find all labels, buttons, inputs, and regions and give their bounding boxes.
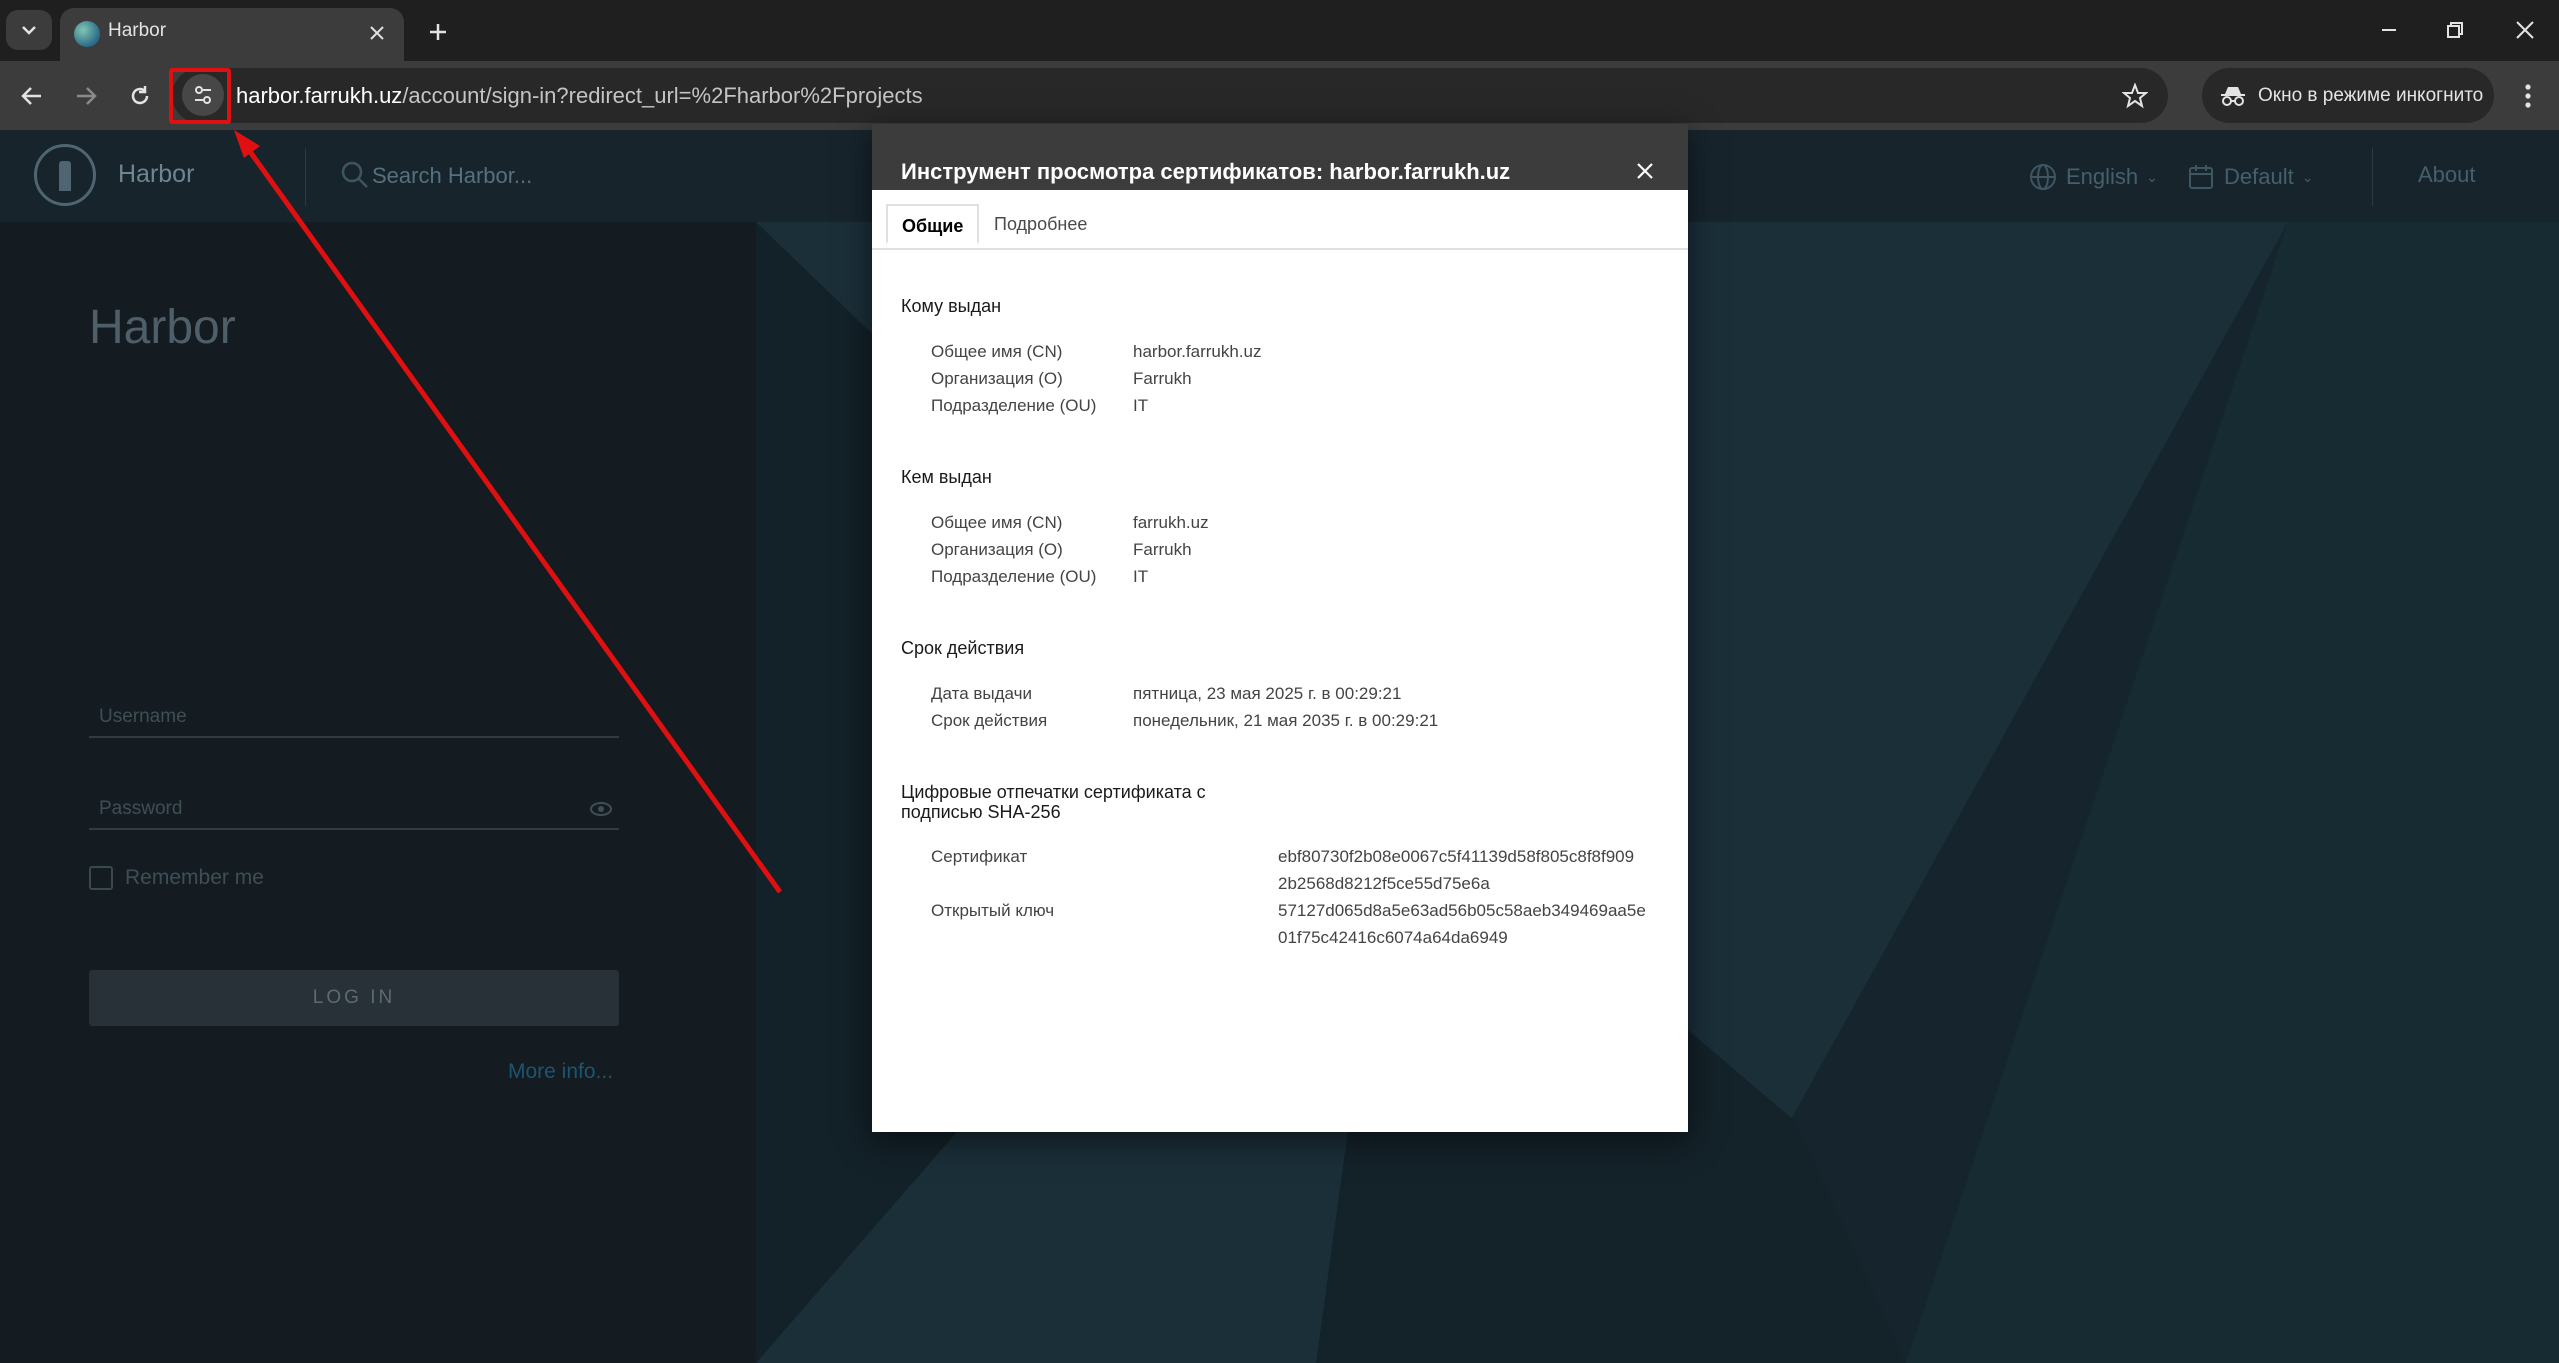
header-divider <box>305 148 306 206</box>
restore-button[interactable] <box>2432 10 2478 50</box>
issued-to-o-label: Организация (O) <box>931 369 1063 388</box>
issue-date-value: пятница, 23 мая 2025 г. в 00:29:21 <box>1133 684 1402 703</box>
dialog-title: Инструмент просмотра сертификатов: harbo… <box>901 159 1511 184</box>
issued-by-o-value: Farrukh <box>1133 540 1192 559</box>
chevron-down-icon <box>22 26 36 35</box>
dialog-titlebar: Инструмент просмотра сертификатов: harbo… <box>872 124 1688 190</box>
star-icon <box>2122 83 2148 109</box>
minimize-icon <box>2382 29 2396 31</box>
issued-to-cn-value: harbor.farrukh.uz <box>1133 342 1262 361</box>
issued-by-cn-value: farrukh.uz <box>1133 513 1209 532</box>
expiry-date-label: Срок действия <box>931 711 1048 730</box>
issued-by-o-label: Организация (O) <box>931 540 1063 559</box>
globe-icon <box>2030 164 2056 190</box>
close-icon <box>2516 21 2534 39</box>
incognito-indicator[interactable]: Окно в режиме инкогнито <box>2202 68 2494 123</box>
remember-me-checkbox[interactable] <box>89 866 113 890</box>
browser-menu-button[interactable] <box>2508 76 2548 116</box>
calendar-icon <box>2189 165 2213 189</box>
issued-by-ou-value: IT <box>1133 567 1149 586</box>
issued-by-ou-label: Подразделение (OU) <box>931 567 1097 586</box>
issued-to-heading: Кому выдан <box>901 296 1002 316</box>
fingerprints-heading-line1: Цифровые отпечатки сертификата с <box>901 782 1206 802</box>
password-placeholder: Password <box>99 798 183 819</box>
plus-icon <box>430 24 446 40</box>
expiry-date-value: понедельник, 21 мая 2035 г. в 00:29:21 <box>1133 711 1439 730</box>
dialog-tabs: Общие Подробнее <box>872 190 1688 250</box>
header-divider <box>2372 148 2373 206</box>
about-link[interactable]: About <box>2418 162 2476 188</box>
eye-icon[interactable] <box>589 800 613 818</box>
remember-me[interactable]: Remember me <box>89 866 264 890</box>
cert-fingerprint-line1: ebf80730f2b08e0067c5f41139d58f805c8f8f90… <box>1278 847 1635 866</box>
back-button[interactable] <box>12 76 52 116</box>
close-icon <box>1637 163 1653 179</box>
browser-toolbar: harbor.farrukh.uz/account/sign-in?redire… <box>0 61 2559 130</box>
harbor-search-input[interactable]: Search Harbor... <box>372 163 532 189</box>
tab-title: Harbor <box>108 20 167 41</box>
harbor-favicon-icon <box>74 21 100 47</box>
annotation-highlight-box <box>169 68 231 124</box>
login-title: Harbor <box>89 301 236 354</box>
login-button[interactable]: LOG IN <box>89 970 619 1026</box>
more-info-link[interactable]: More info... <box>508 1060 613 1084</box>
issued-to-o-value: Farrukh <box>1133 369 1192 388</box>
theme-selector[interactable]: Default ⌄ <box>2186 162 2313 192</box>
issued-to-ou-value: IT <box>1133 396 1149 415</box>
username-placeholder: Username <box>99 706 187 727</box>
issued-to-cn-label: Общее имя (CN) <box>931 342 1063 361</box>
tab-details[interactable]: Подробнее <box>980 204 1101 242</box>
tab-general[interactable]: Общие <box>886 204 980 244</box>
tab-strip: Harbor <box>0 0 2559 61</box>
address-bar[interactable]: harbor.farrukh.uz/account/sign-in?redire… <box>172 68 2168 123</box>
certificate-viewer-dialog: Инструмент просмотра сертификатов: harbo… <box>872 124 1688 1132</box>
more-vertical-icon <box>2525 84 2531 108</box>
fingerprints-heading-line2: подписью SHA-256 <box>901 802 1061 822</box>
language-label: English <box>2066 164 2139 189</box>
key-fingerprint-line1: 57127d065d8a5e63ad56b05c58aeb349469aa5e <box>1278 901 1646 920</box>
cert-fingerprint-label: Сертификат <box>931 847 1028 866</box>
cert-fingerprint-line2: 2b2568d8212f5ce55d75e6a <box>1278 874 1490 893</box>
bookmark-button[interactable] <box>2120 81 2150 111</box>
arrow-right-icon <box>77 87 97 105</box>
harbor-brand[interactable]: Harbor <box>118 160 194 189</box>
close-window-button[interactable] <box>2502 10 2548 50</box>
username-field[interactable]: Username <box>89 694 619 738</box>
issued-by-heading: Кем выдан <box>901 467 992 487</box>
new-tab-button[interactable] <box>420 14 456 50</box>
browser-tab[interactable]: Harbor <box>60 8 404 61</box>
validity-heading: Срок действия <box>901 638 1025 658</box>
chevron-down-icon: ⌄ <box>2146 168 2158 185</box>
reload-icon <box>131 86 149 105</box>
minimize-button[interactable] <box>2366 10 2412 50</box>
key-fingerprint-label: Открытый ключ <box>931 901 1055 920</box>
tab-search-button[interactable] <box>6 10 52 50</box>
harbor-logo-icon[interactable] <box>34 144 96 206</box>
arrow-left-icon <box>21 87 41 105</box>
search-icon <box>341 161 368 188</box>
incognito-icon <box>2221 86 2245 106</box>
restore-icon <box>2447 22 2463 38</box>
forward-button[interactable] <box>66 76 106 116</box>
issue-date-label: Дата выдачи <box>931 684 1032 703</box>
screen: Harbor Search Harbor... English ⌄ Defaul… <box>0 0 2559 1363</box>
url-host: harbor.farrukh.uz <box>236 83 403 108</box>
url-path: /account/sign-in?redirect_url=%2Fharbor%… <box>402 83 923 108</box>
chevron-down-icon: ⌄ <box>2301 168 2314 185</box>
reload-button[interactable] <box>120 76 160 116</box>
issued-by-cn-label: Общее имя (CN) <box>931 513 1063 532</box>
close-icon <box>370 26 384 40</box>
incognito-label: Окно в режиме инкогнито <box>2258 84 2484 106</box>
url-text[interactable]: harbor.farrukh.uz/account/sign-in?redire… <box>236 83 923 109</box>
remember-me-label: Remember me <box>125 866 264 889</box>
language-selector[interactable]: English ⌄ <box>2028 162 2158 192</box>
issued-to-ou-label: Подразделение (OU) <box>931 396 1097 415</box>
tab-close-button[interactable] <box>364 20 390 46</box>
password-field[interactable]: Password <box>89 786 619 830</box>
key-fingerprint-line2: 01f75c42416c6074a64da6949 <box>1278 928 1508 947</box>
theme-label: Default <box>2224 164 2294 189</box>
dialog-close-button[interactable] <box>1631 157 1659 185</box>
